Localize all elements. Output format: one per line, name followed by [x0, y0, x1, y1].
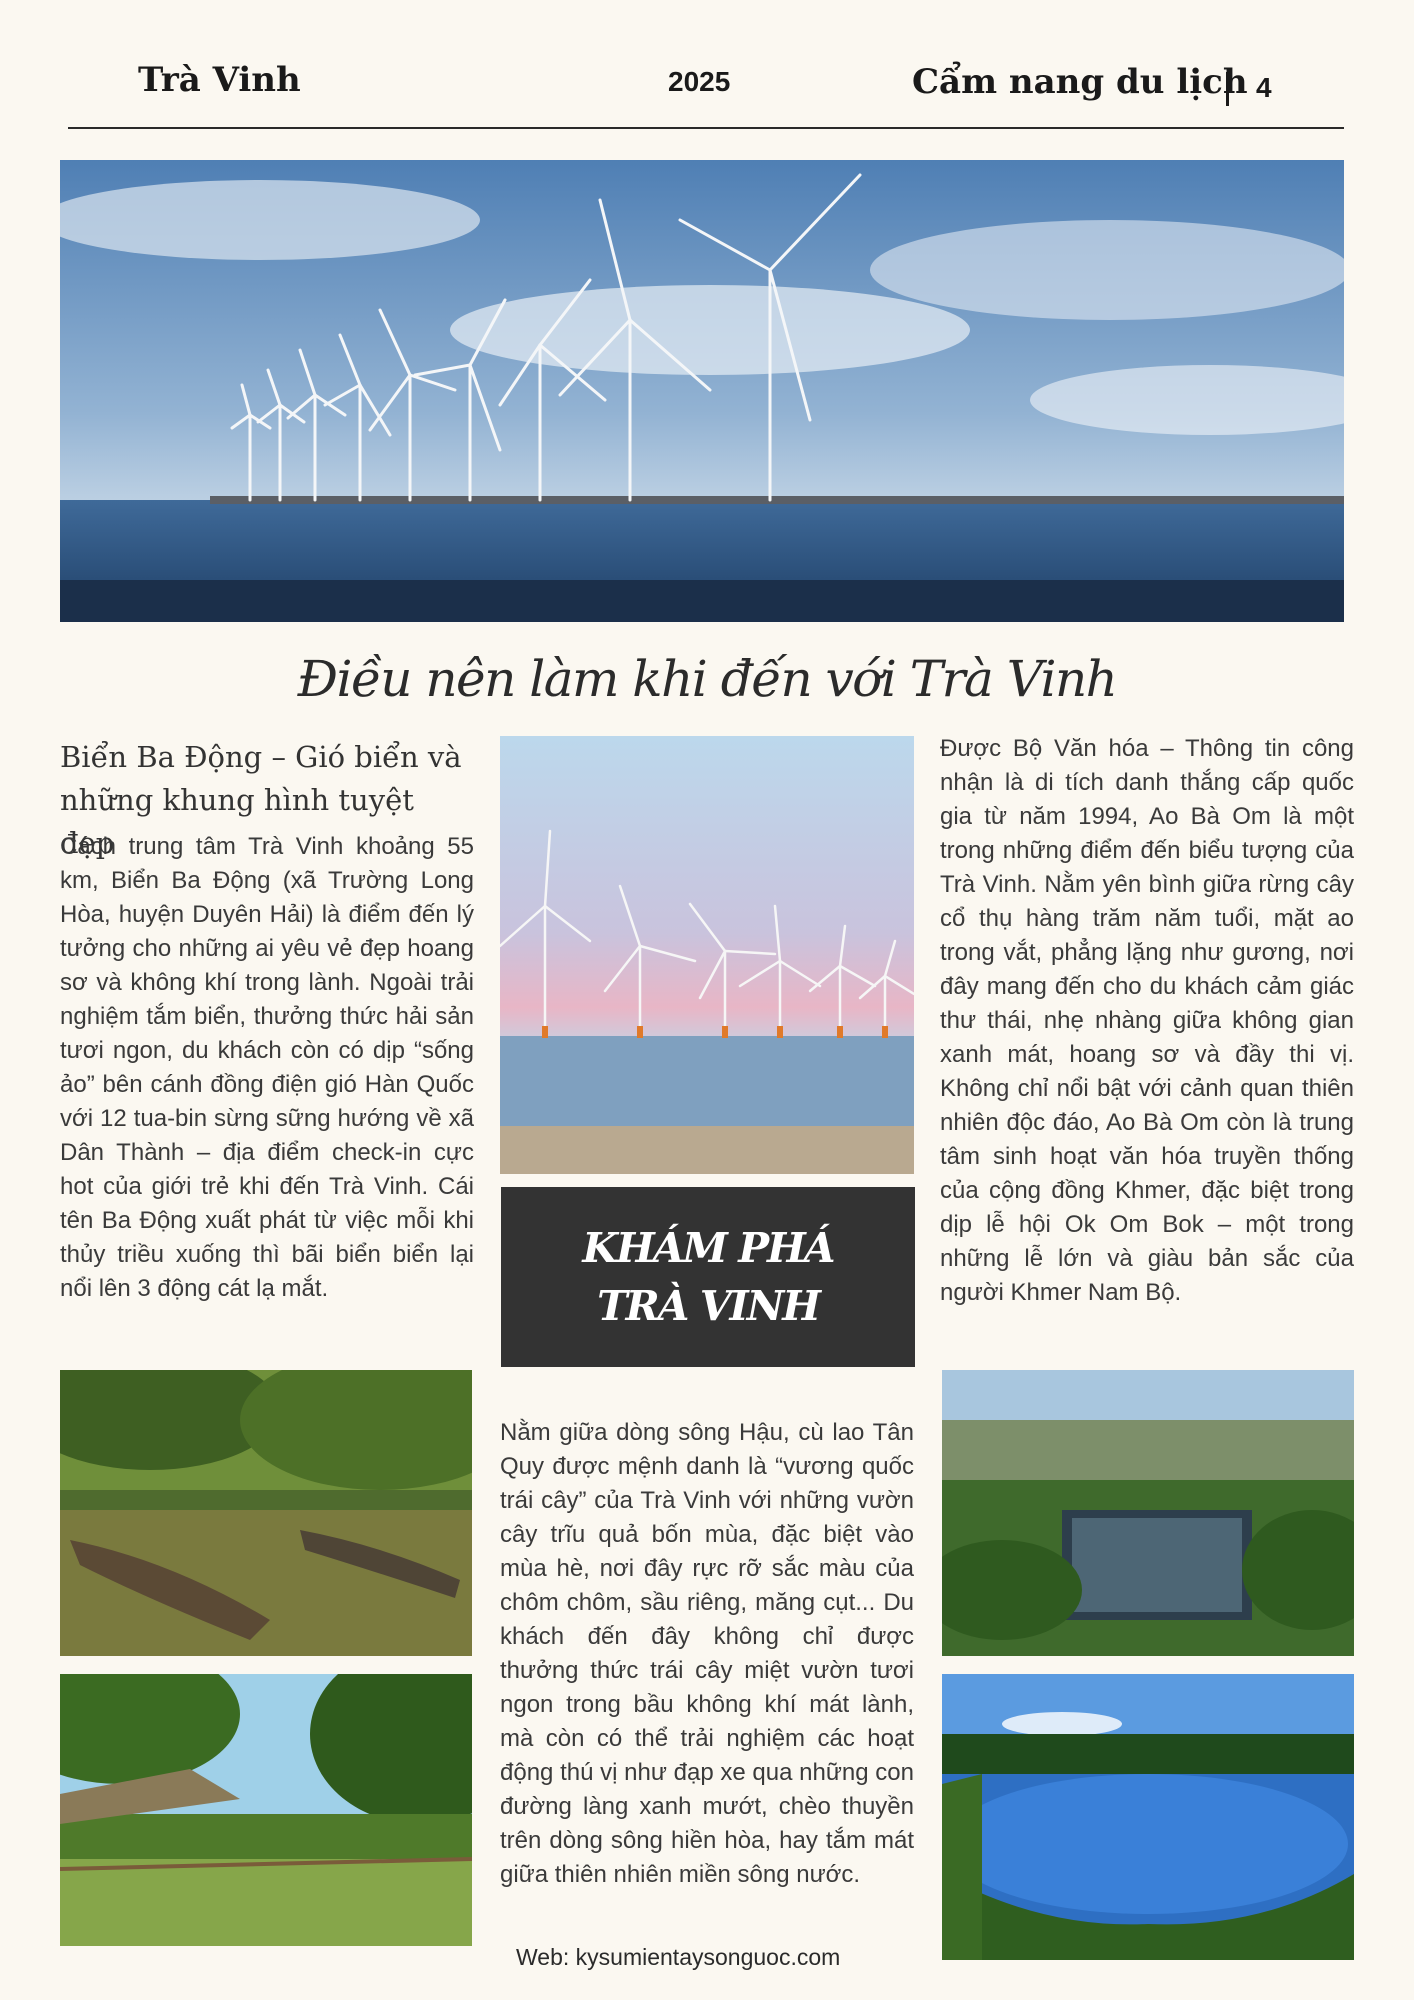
header-year: 2025 — [668, 66, 731, 97]
sunset-wind-turbines-image — [500, 736, 914, 1174]
mangrove-boats-image — [60, 1370, 472, 1656]
ao-ba-om-aerial-image — [942, 1370, 1354, 1656]
website-link[interactable]: Web: kysumientaysonguoc.com — [516, 1944, 840, 1971]
ba-dong-paragraph: Cách trung tâm Trà Vinh khoảng 55 km, Bi… — [60, 833, 474, 1302]
bamboo-bridge-river-image — [60, 1674, 472, 1946]
header-location-title: Trà Vinh — [138, 60, 301, 100]
header-separator — [1226, 72, 1229, 106]
page-number: 4 — [1256, 72, 1272, 103]
header-rule — [68, 127, 1344, 129]
explore-banner-line2: TRÀ VINH — [597, 1282, 821, 1330]
ao-ba-om-paragraph: Được Bộ Văn hóa – Thông tin công nhận là… — [940, 735, 1354, 1306]
header-guide-title: Cẩm nang du lịch — [912, 62, 1248, 102]
explore-banner: KHÁM PHÁ TRÀ VINH — [501, 1187, 915, 1367]
hero-wind-turbines-image — [60, 160, 1344, 622]
ao-ba-om-lake-image — [942, 1674, 1354, 1960]
tan-quy-paragraph: Nằm giữa dòng sông Hậu, cù lao Tân Quy đ… — [500, 1419, 914, 1888]
main-title: Điều nên làm khi đến với Trà Vinh — [297, 650, 1118, 708]
explore-banner-line1: KHÁM PHÁ — [582, 1224, 835, 1272]
